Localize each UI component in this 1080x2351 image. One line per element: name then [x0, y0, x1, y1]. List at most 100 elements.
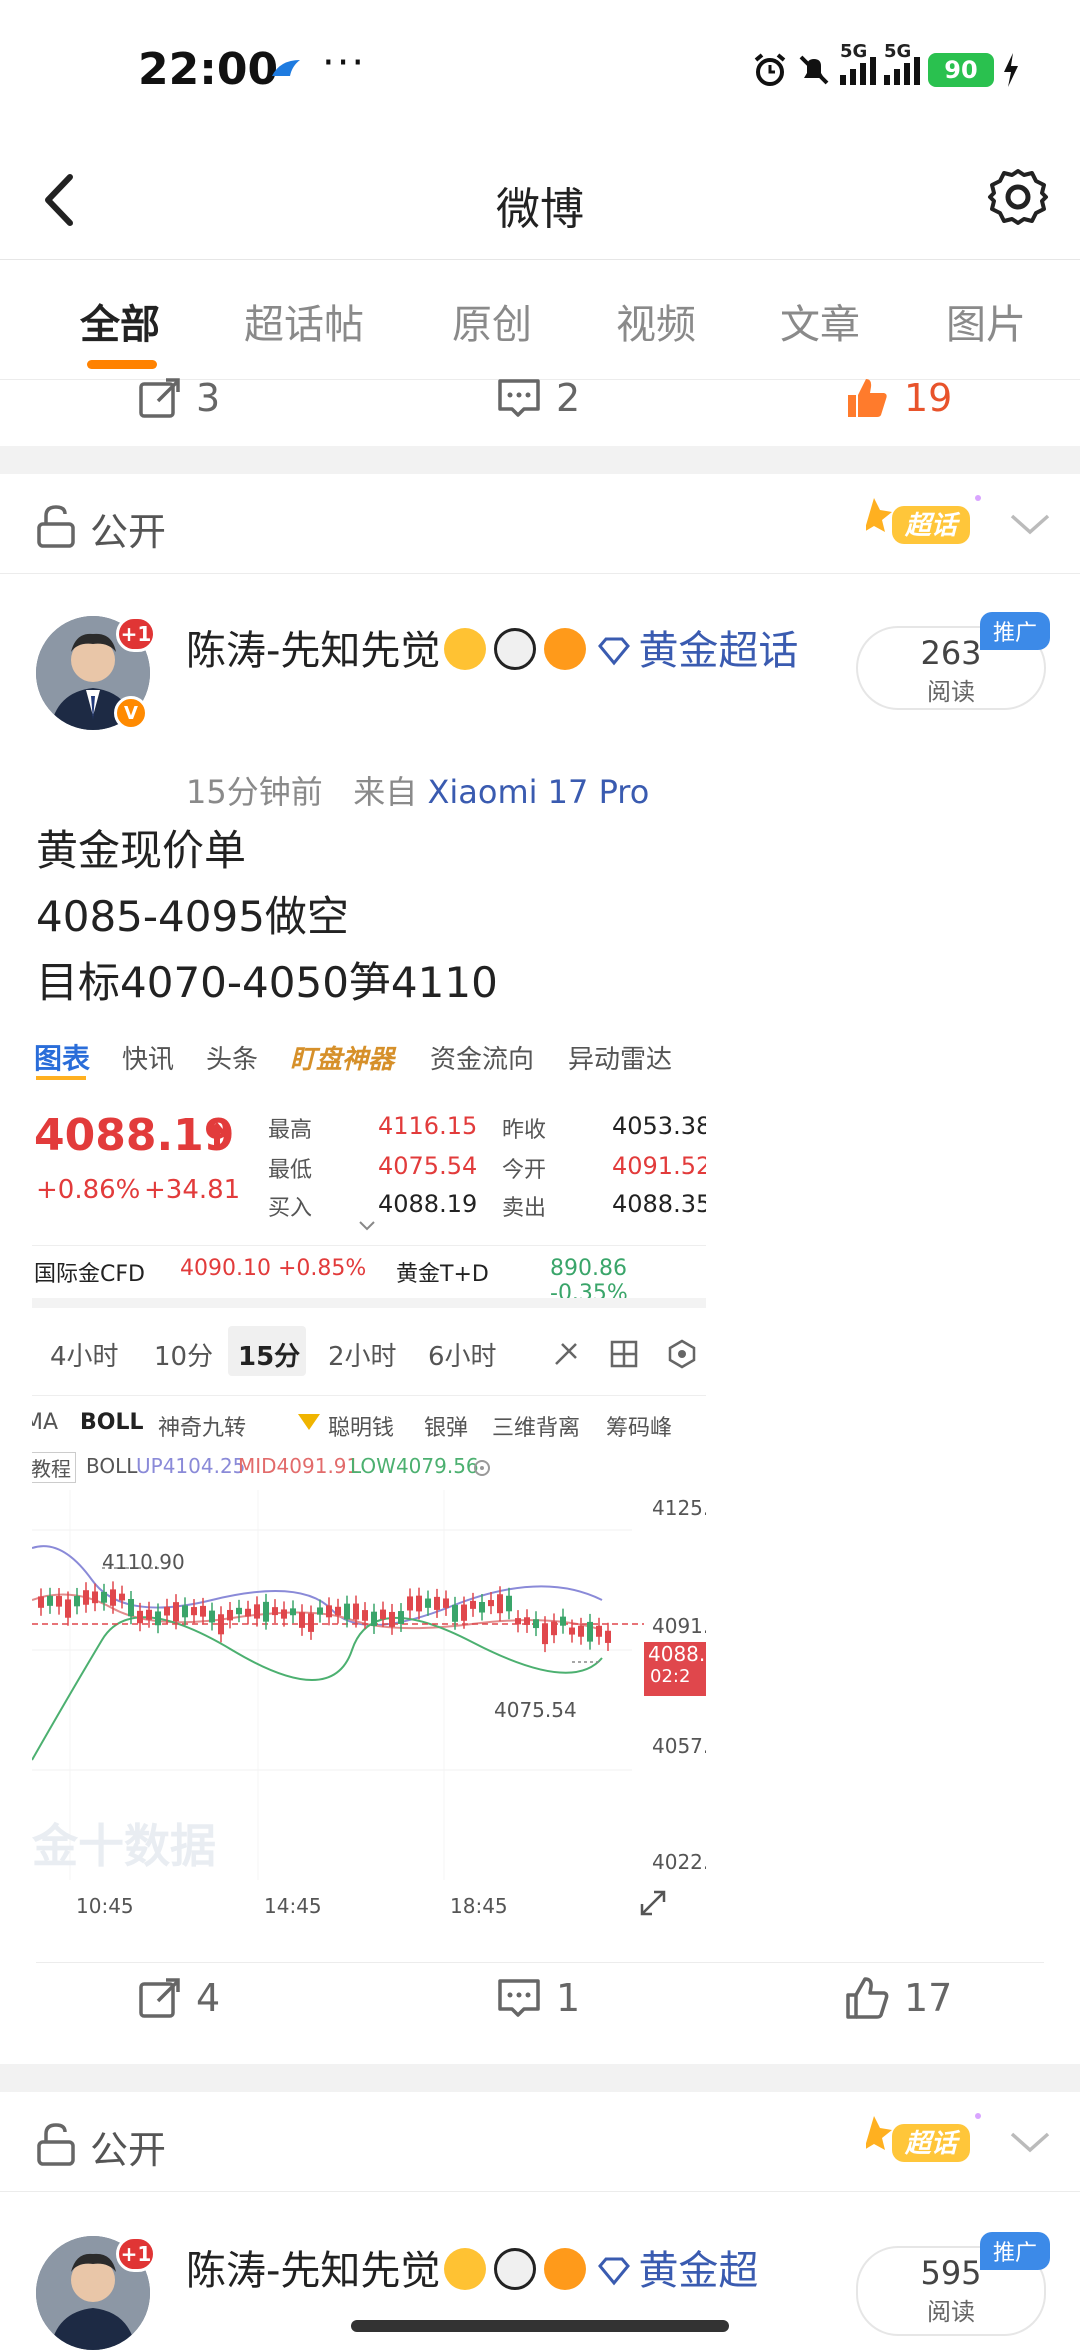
like-count: 19: [904, 376, 953, 420]
chart-tab-news: 快讯: [122, 1045, 175, 1075]
candle-body: [155, 1611, 161, 1626]
tab-video[interactable]: 视频: [616, 292, 696, 350]
candle-body: [110, 1589, 116, 1606]
tab-chaohua-posts[interactable]: 超话帖: [244, 292, 364, 350]
status-icons: 5G 5G 90: [752, 41, 1020, 88]
quote-high: 4116.15: [378, 1112, 478, 1140]
tab-images[interactable]: 图片: [946, 292, 1026, 350]
candle-body: [551, 1621, 557, 1636]
tab-all[interactable]: 全部: [80, 292, 160, 350]
home-indicator: [351, 2320, 729, 2332]
prev-post-actions: 3 2 19: [0, 375, 1080, 455]
x-tick: 14:45: [264, 1894, 322, 1918]
gold-chaohua-link[interactable]: 黄金超: [638, 2248, 758, 2294]
comment-icon: [498, 1979, 540, 2017]
settings-hex-icon: [668, 1339, 696, 1369]
post-text-line: 4085-4095做空: [36, 892, 349, 941]
verified-badge-icon: V: [114, 696, 148, 730]
like-count: 17: [904, 1976, 953, 2020]
candle-body: [353, 1603, 359, 1620]
post-actions: 4 1 17: [0, 1975, 1080, 2055]
candle-body: [74, 1595, 80, 1607]
post-text: 黄金现价单 4085-4095做空 目标4070-4050笋4110: [36, 818, 498, 1016]
candle-body: [524, 1617, 530, 1625]
comment-button[interactable]: 1: [496, 1975, 580, 2021]
candle-body: [254, 1604, 260, 1619]
unlock-icon: [37, 2123, 75, 2166]
post-source-label: 来自: [353, 773, 418, 811]
candle-body: [182, 1605, 188, 1618]
candle-body: [479, 1602, 485, 1613]
gold-chaohua-link[interactable]: 黄金超话: [638, 628, 798, 674]
candle-body: [542, 1624, 548, 1645]
draw-tool-icon: [555, 1343, 577, 1365]
gear-icon[interactable]: [986, 165, 1050, 229]
post-author[interactable]: 陈涛-先知先觉 黄金超: [186, 2238, 836, 2304]
candle-body: [128, 1599, 134, 1617]
boll-low: LOW4079.56: [350, 1454, 479, 1478]
comment-count: 1: [556, 1976, 581, 2020]
post-text-line: 目标4070-4050笋4110: [36, 958, 498, 1007]
read-label: 阅读: [927, 678, 975, 706]
candle-body: [56, 1596, 62, 1607]
tab-original[interactable]: 原创: [452, 292, 532, 350]
quote-label-prev-close: 昨收: [502, 1118, 547, 1143]
quote-label-high: 最高: [268, 1118, 313, 1143]
promote-badge[interactable]: 推广: [980, 2232, 1050, 2270]
quote-price: 4088.19: [34, 1110, 235, 1161]
indicator-3d-div: 三维背离: [492, 1416, 581, 1441]
post-device[interactable]: Xiaomi 17 Pro: [427, 773, 649, 811]
cfd-value: 4090.10 +0.85%: [180, 1256, 367, 1281]
repost-button[interactable]: 4: [136, 1975, 220, 2021]
indicator-boll: BOLL: [80, 1410, 144, 1435]
quote-label-bid: 买入: [268, 1196, 313, 1221]
boll-mid: MID4091.91: [238, 1454, 360, 1478]
candle-body: [515, 1618, 521, 1625]
quote-bid: 4088.19: [378, 1190, 478, 1218]
candle-body: [569, 1627, 575, 1635]
watermark: 金十数据: [32, 1819, 216, 1873]
candle-body: [605, 1630, 611, 1643]
avatar-plus-badge: +1: [116, 616, 156, 652]
candle-body: [137, 1610, 143, 1624]
quote-change-pct: +0.86%: [36, 1175, 141, 1205]
repost-button[interactable]: 3: [136, 375, 220, 421]
post-separator: [0, 2064, 1080, 2092]
fish-emoji-icon: [544, 2248, 587, 2290]
mute-icon: [799, 55, 829, 85]
like-button[interactable]: 17: [844, 1975, 952, 2021]
repost-icon: [139, 1978, 180, 2018]
post-visibility-row: 公开 超话: [0, 474, 1080, 574]
tab-articles[interactable]: 文章: [780, 292, 860, 350]
post-image-chart[interactable]: 图表 快讯 头条 盯盘神器 资金流向 异动雷达 4088.19 +0.86% +…: [32, 1020, 706, 1932]
candle-body: [227, 1609, 233, 1621]
chaohua-badge-icon[interactable]: 超话: [866, 492, 984, 554]
y-tick: 4125.: [652, 1496, 706, 1520]
candle-body: [560, 1616, 566, 1626]
candle-body: [83, 1590, 89, 1605]
post-meta: 15分钟前 来自 Xiaomi 17 Pro: [186, 767, 649, 813]
x-tick: 18:45: [450, 1894, 508, 1918]
quote-change-abs: +34.81: [144, 1175, 241, 1205]
comment-icon: [498, 379, 540, 417]
visibility-label: 公开: [90, 2128, 167, 2172]
like-button[interactable]: 19: [844, 375, 952, 421]
high-marker: 4110.90: [102, 1550, 185, 1574]
candle-body: [578, 1625, 584, 1637]
comment-button[interactable]: 2: [496, 375, 580, 421]
post-author[interactable]: 陈涛-先知先觉 黄金超话: [186, 618, 836, 684]
candle-body: [101, 1591, 107, 1603]
candle-body: [209, 1610, 215, 1623]
chaohua-badge-icon[interactable]: 超话: [866, 2110, 984, 2172]
candle-body: [308, 1613, 314, 1632]
chevron-down-icon[interactable]: [1008, 2122, 1052, 2162]
fish-emoji-icon: [544, 628, 587, 670]
crown-emoji-icon: [444, 628, 487, 670]
chart-tab-indicator: [36, 1076, 86, 1080]
chart-tab-radar: 异动雷达: [568, 1045, 673, 1075]
nav-header: 微博: [0, 145, 1080, 260]
promote-badge[interactable]: 推广: [980, 612, 1050, 650]
candle-body: [488, 1600, 494, 1607]
author-name: 陈涛-先知先觉: [186, 628, 441, 674]
chevron-down-icon[interactable]: [1008, 504, 1052, 544]
